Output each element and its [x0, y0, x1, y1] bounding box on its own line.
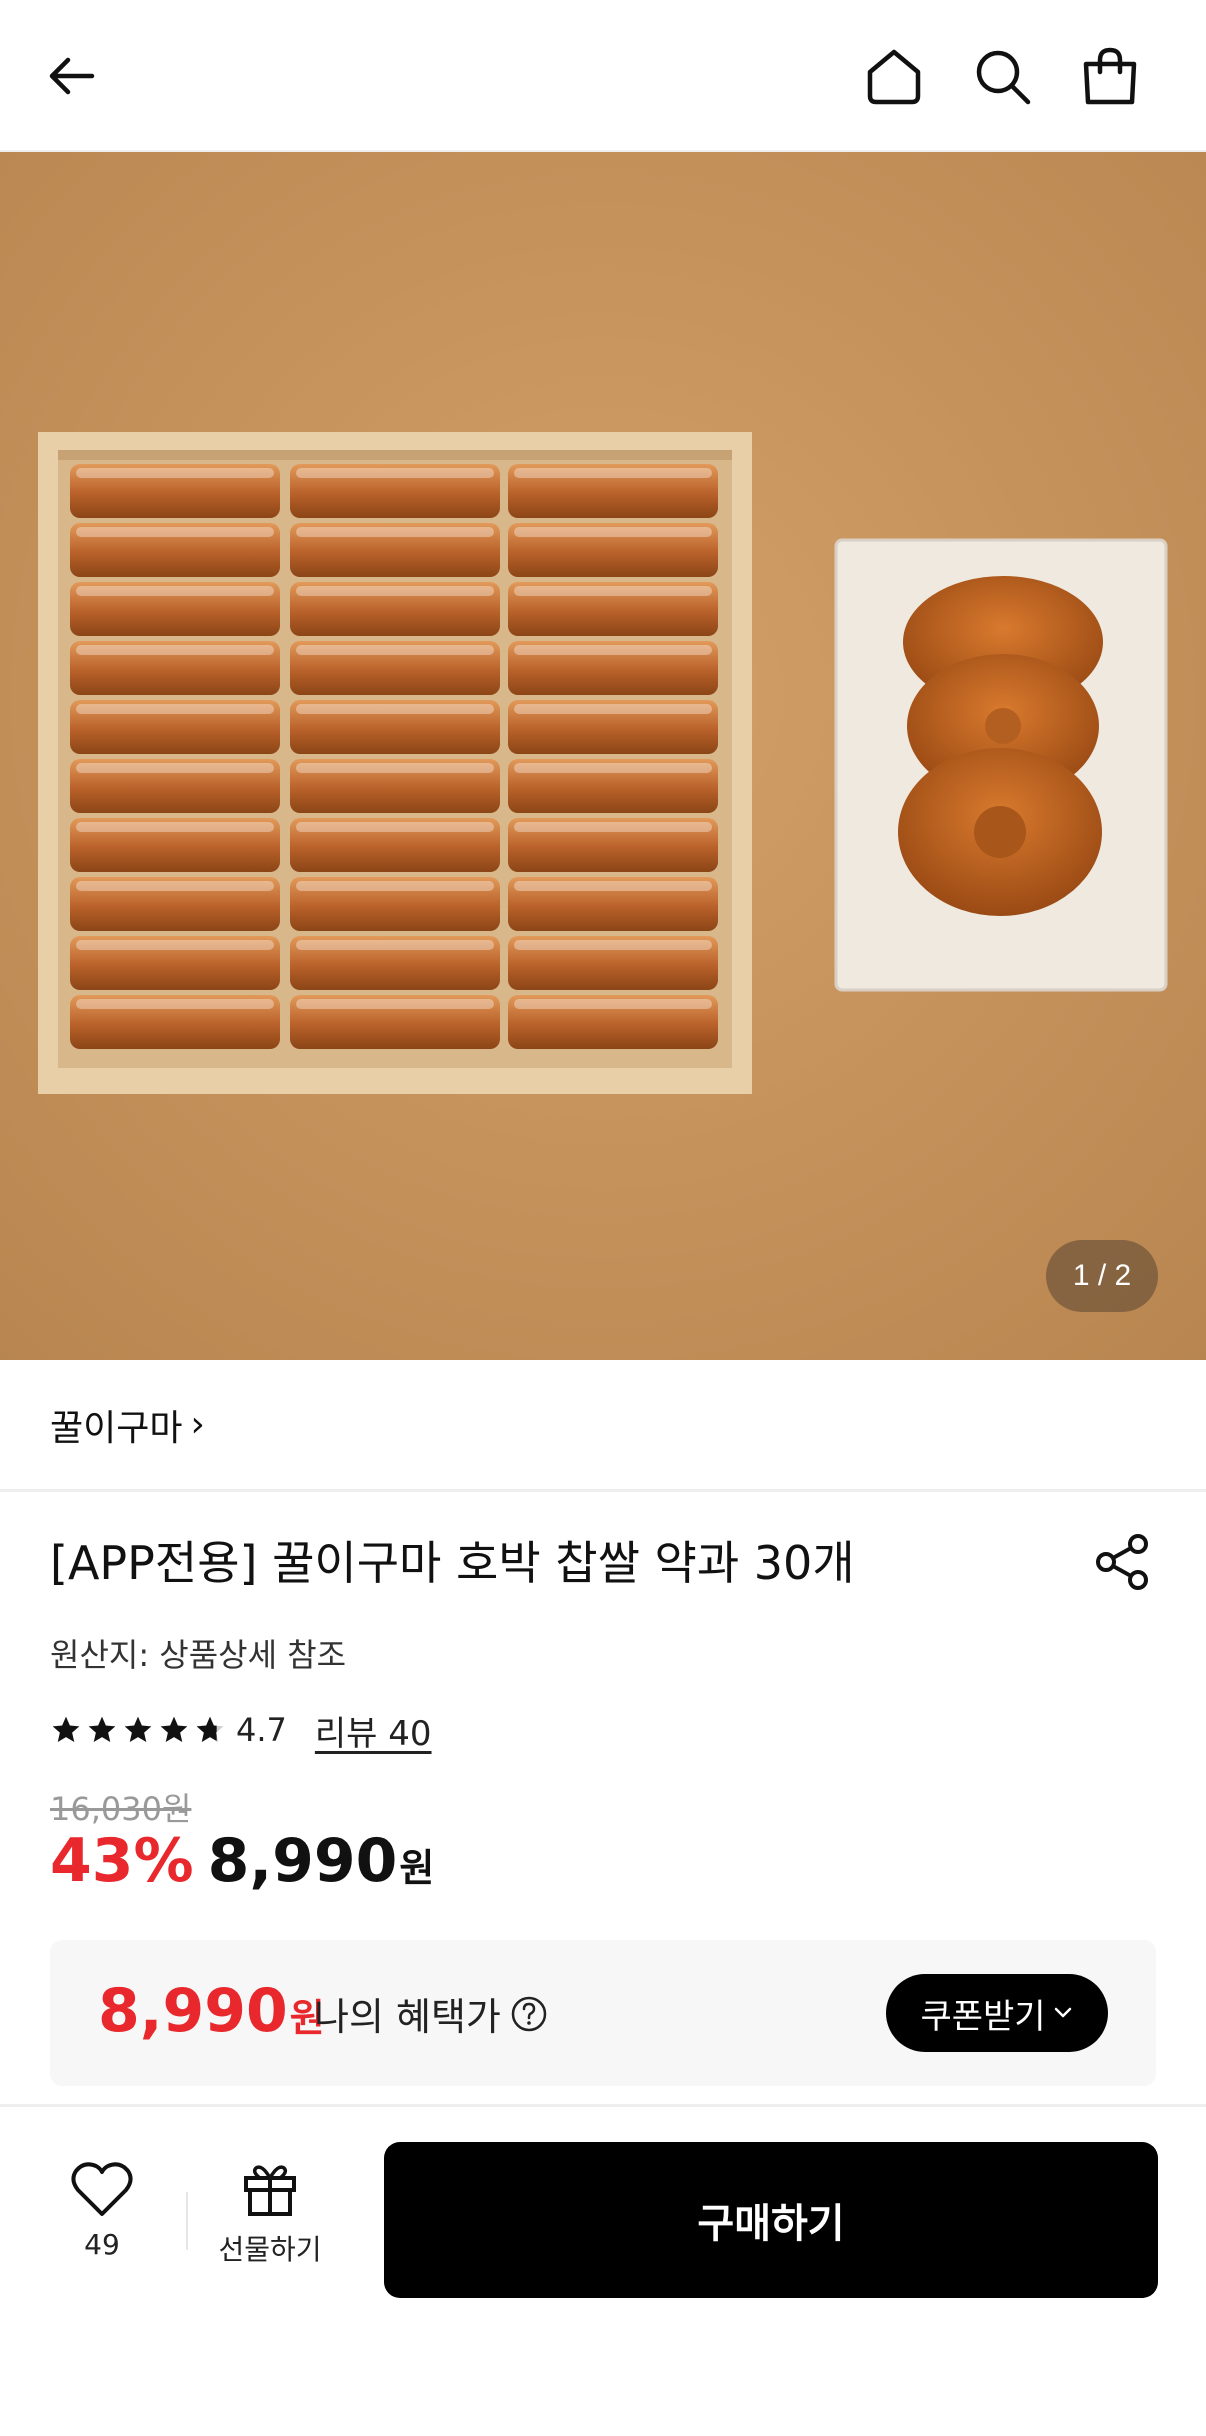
packaging-shine: [296, 527, 494, 537]
rating-value: 4.7: [236, 1711, 287, 1749]
home-button[interactable]: [858, 40, 930, 112]
packaging-shine: [514, 763, 712, 773]
top-nav-bar: [0, 0, 1206, 152]
star-full-icon: [52, 1716, 80, 1742]
packaging-shine: [76, 586, 274, 596]
home-icon: [867, 49, 921, 105]
action-separator: [186, 2192, 188, 2250]
review-link[interactable]: 리뷰 40: [315, 1706, 432, 1755]
packaging-shine: [76, 822, 274, 832]
gift-label: 선물하기: [218, 2233, 322, 2266]
packaging-shine: [296, 881, 494, 891]
benefit-label: 나의 혜택가: [314, 1986, 549, 2041]
back-arrow-icon: [49, 57, 95, 95]
discount-rate: 43%: [50, 1826, 194, 1896]
image-counter: 1 / 2: [1046, 1240, 1158, 1312]
brand-name: 꿀이구마: [50, 1407, 183, 1449]
rating-row: 4.7 리뷰 40: [50, 1706, 432, 1755]
packaging-shine: [296, 586, 494, 596]
benefit-box: 8,990 원 나의 혜택가 쿠폰받기: [50, 1940, 1156, 2086]
price-row: 43% 8,990 원: [50, 1826, 434, 1896]
packaging-shine: [514, 881, 712, 891]
packaging-shine: [296, 645, 494, 655]
chevron-down-icon: [1054, 2007, 1071, 2018]
benefit-label-text: 나의 혜택가: [314, 1995, 501, 2039]
packaging-shine: [76, 999, 274, 1009]
benefit-price-value: 8,990: [98, 1976, 288, 2046]
shopping-bag-icon: [1083, 47, 1137, 105]
star-full-icon: [160, 1716, 188, 1742]
gift-button[interactable]: 선물하기: [212, 2160, 328, 2280]
packaging-shine: [76, 645, 274, 655]
benefit-price: 8,990 원: [98, 1976, 325, 2046]
packaging-shine: [76, 468, 274, 478]
sale-price: 8,990: [207, 1826, 398, 1896]
packaging-shine: [296, 940, 494, 950]
gift-icon: [244, 2165, 296, 2216]
like-count: 49: [84, 2228, 120, 2261]
origin-info: 원산지: 상품상세 참조: [50, 1636, 347, 1674]
packaging-shine: [76, 763, 274, 773]
packaging-shine: [514, 704, 712, 714]
divider: [0, 2104, 1206, 2107]
price-unit: 원: [399, 1846, 435, 1890]
star-full-icon: [88, 1716, 116, 1742]
share-icon: [1096, 1534, 1148, 1590]
chevron-right-icon: ›: [190, 1404, 205, 1445]
packaging-shine: [514, 586, 712, 596]
product-image-carousel[interactable]: 1 / 2: [0, 152, 1206, 1360]
packaging-shine: [514, 940, 712, 950]
yakgwa-stack: [898, 576, 1103, 916]
packaging-shine: [296, 704, 494, 714]
packaging-shine: [76, 881, 274, 891]
packaging-shine: [514, 527, 712, 537]
back-button[interactable]: [36, 40, 108, 112]
rating-stars: [50, 1714, 226, 1746]
product-photo: [0, 152, 1206, 1360]
packaging-shine: [514, 822, 712, 832]
coupon-button[interactable]: 쿠폰받기: [886, 1974, 1108, 2052]
packaging-shine: [514, 645, 712, 655]
star-full-icon: [124, 1716, 152, 1742]
question-circle-icon[interactable]: [509, 1994, 549, 2034]
packaging-shine: [296, 763, 494, 773]
heart-icon: [71, 2162, 133, 2216]
search-icon: [976, 50, 1031, 105]
coupon-button-label: 쿠폰받기: [920, 1996, 1046, 2037]
packaging-shine: [296, 822, 494, 832]
product-title: [APP전용] 꿀이구마 호박 찹쌀 약과 30개: [50, 1536, 855, 1590]
packaging-shine: [514, 999, 712, 1009]
packaging-shine: [514, 468, 712, 478]
cart-button[interactable]: [1074, 40, 1146, 112]
original-price: 16,030원: [50, 1790, 192, 1828]
star-partial-icon: [196, 1716, 224, 1742]
packaging-shine: [76, 940, 274, 950]
share-button[interactable]: [1090, 1530, 1154, 1594]
packaging-shine: [76, 704, 274, 714]
buy-button[interactable]: 구매하기: [384, 2142, 1158, 2298]
search-button[interactable]: [966, 40, 1038, 112]
like-button[interactable]: 49: [60, 2160, 144, 2280]
packaging-shine: [296, 468, 494, 478]
packaging-shine: [296, 999, 494, 1009]
packaging-shine: [76, 527, 274, 537]
brand-link[interactable]: 꿀이구마 ›: [0, 1360, 1206, 1492]
